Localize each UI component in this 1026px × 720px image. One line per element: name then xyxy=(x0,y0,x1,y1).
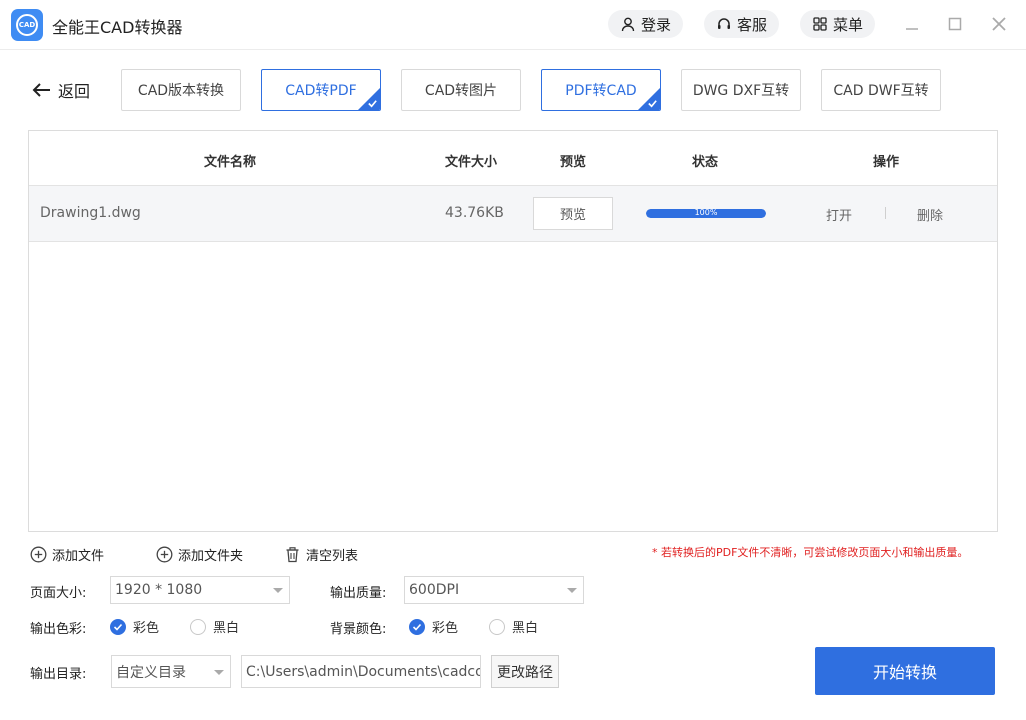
login-label: 登录 xyxy=(641,15,672,34)
output-color-label: 输出色彩: xyxy=(30,622,87,637)
maximize-icon xyxy=(948,17,962,31)
file-name: Drawing1.dwg xyxy=(40,205,141,221)
close-button[interactable] xyxy=(989,14,1009,34)
arrow-left-icon xyxy=(32,83,50,97)
background-color-label: 背景颜色: xyxy=(330,622,387,637)
tab-label: DWG DXF互转 xyxy=(692,83,790,99)
table-header: 文件名称 文件大小 预览 状态 操作 xyxy=(29,131,997,186)
table-row: Drawing1.dwg 43.76KB 预览 100% 打开 删除 xyxy=(29,186,997,242)
close-icon xyxy=(992,17,1006,31)
radio-label: 黑白 xyxy=(213,621,240,636)
background-color-radio-bw[interactable]: 黑白 xyxy=(489,617,538,636)
tab-dwg-dxf[interactable]: DWG DXF互转 xyxy=(681,69,801,111)
output-dir-label: 输出目录: xyxy=(30,667,87,682)
tab-cad-to-image[interactable]: CAD转图片 xyxy=(401,69,521,111)
minimize-icon xyxy=(906,28,918,30)
output-color-radio-bw[interactable]: 黑白 xyxy=(190,617,239,636)
check-icon xyxy=(648,100,657,108)
clear-list-button[interactable]: 清空列表 xyxy=(284,545,358,564)
plus-circle-icon xyxy=(156,546,173,563)
tab-cad-version[interactable]: CAD版本转换 xyxy=(121,69,241,111)
back-button[interactable]: 返回 xyxy=(32,78,90,102)
add-folder-button[interactable]: 添加文件夹 xyxy=(156,545,243,564)
tab-cad-to-pdf[interactable]: CAD转PDF xyxy=(261,69,381,111)
action-divider xyxy=(885,207,886,219)
tab-label: CAD版本转换 xyxy=(137,83,225,99)
service-label: 客服 xyxy=(737,15,768,34)
app-title: 全能王CAD转换器 xyxy=(52,18,183,37)
start-convert-button[interactable]: 开始转换 xyxy=(815,647,995,695)
header-actions: 操作 xyxy=(873,155,900,170)
clear-list-label: 清空列表 xyxy=(306,549,359,564)
app-logo-text: CAD xyxy=(16,14,38,36)
radio-unchecked-icon xyxy=(489,618,505,635)
output-path-input[interactable]: C:\Users\admin\Documents\cadconverter xyxy=(241,655,481,688)
headset-icon xyxy=(718,18,730,29)
output-color-radio-color[interactable]: 彩色 xyxy=(110,617,159,636)
minimize-button[interactable] xyxy=(902,14,922,34)
check-icon xyxy=(368,100,377,108)
grid-menu-icon xyxy=(813,17,827,31)
login-button[interactable]: 登录 xyxy=(608,10,684,38)
tab-label: CAD转图片 xyxy=(424,83,498,99)
file-size: 43.76KB xyxy=(445,205,504,221)
add-file-label: 添加文件 xyxy=(52,549,105,564)
add-folder-label: 添加文件夹 xyxy=(178,549,244,564)
chevron-down-icon xyxy=(273,588,283,593)
tab-label: CAD DWF互转 xyxy=(833,83,929,99)
quality-select[interactable]: 600DPI xyxy=(404,576,584,604)
preview-button[interactable]: 预览 xyxy=(533,197,613,230)
header-file-name: 文件名称 xyxy=(204,155,257,170)
open-link[interactable]: 打开 xyxy=(826,205,852,224)
radio-label: 黑白 xyxy=(512,621,539,636)
progress-bar: 100% xyxy=(646,209,766,218)
quality-label: 输出质量: xyxy=(330,586,387,601)
progress-text: 100% xyxy=(694,209,718,217)
output-dir-mode: 自定义目录 xyxy=(116,664,186,681)
radio-label: 彩色 xyxy=(432,621,459,636)
user-icon xyxy=(621,17,635,32)
header-file-size: 文件大小 xyxy=(445,155,498,170)
change-path-button[interactable]: 更改路径 xyxy=(491,655,559,688)
file-table: 文件名称 文件大小 预览 状态 操作 Drawing1.dwg 43.76KB … xyxy=(28,130,998,532)
radio-checked-icon xyxy=(110,618,126,635)
tab-label: CAD转PDF xyxy=(285,83,357,99)
output-dir-select[interactable]: 自定义目录 xyxy=(111,655,231,688)
background-color-radio-color[interactable]: 彩色 xyxy=(409,617,458,636)
tab-label: PDF转CAD xyxy=(565,83,637,99)
quality-value: 600DPI xyxy=(409,582,460,598)
trash-icon xyxy=(286,547,299,563)
page-size-label: 页面大小: xyxy=(30,586,87,601)
radio-checked-icon xyxy=(409,618,425,635)
chevron-down-icon xyxy=(567,588,577,593)
chevron-down-icon xyxy=(214,670,224,675)
tab-pdf-to-cad[interactable]: PDF转CAD xyxy=(541,69,661,111)
page-size-value: 1920 * 1080 xyxy=(115,582,203,598)
delete-link[interactable]: 删除 xyxy=(917,205,943,224)
service-button[interactable]: 客服 xyxy=(704,10,780,38)
add-file-button[interactable]: 添加文件 xyxy=(30,545,104,564)
maximize-button[interactable] xyxy=(945,14,965,34)
plus-circle-icon xyxy=(30,546,47,563)
radio-unchecked-icon xyxy=(190,618,206,635)
menu-button[interactable]: 菜单 xyxy=(800,10,876,38)
radio-label: 彩色 xyxy=(133,621,160,636)
header-status: 状态 xyxy=(692,155,719,170)
menu-label: 菜单 xyxy=(833,15,864,34)
app-logo-icon: CAD xyxy=(11,9,43,41)
page-size-select[interactable]: 1920 * 1080 xyxy=(110,576,290,604)
title-bar: CAD 全能王CAD转换器 登录 客服 菜单 xyxy=(0,0,1026,50)
quality-hint: * 若转换后的PDF文件不清晰，可尝试修改页面大小和输出质量。 xyxy=(652,546,969,559)
back-label: 返回 xyxy=(58,82,91,101)
header-preview: 预览 xyxy=(560,155,587,170)
tab-cad-dwf[interactable]: CAD DWF互转 xyxy=(821,69,941,111)
